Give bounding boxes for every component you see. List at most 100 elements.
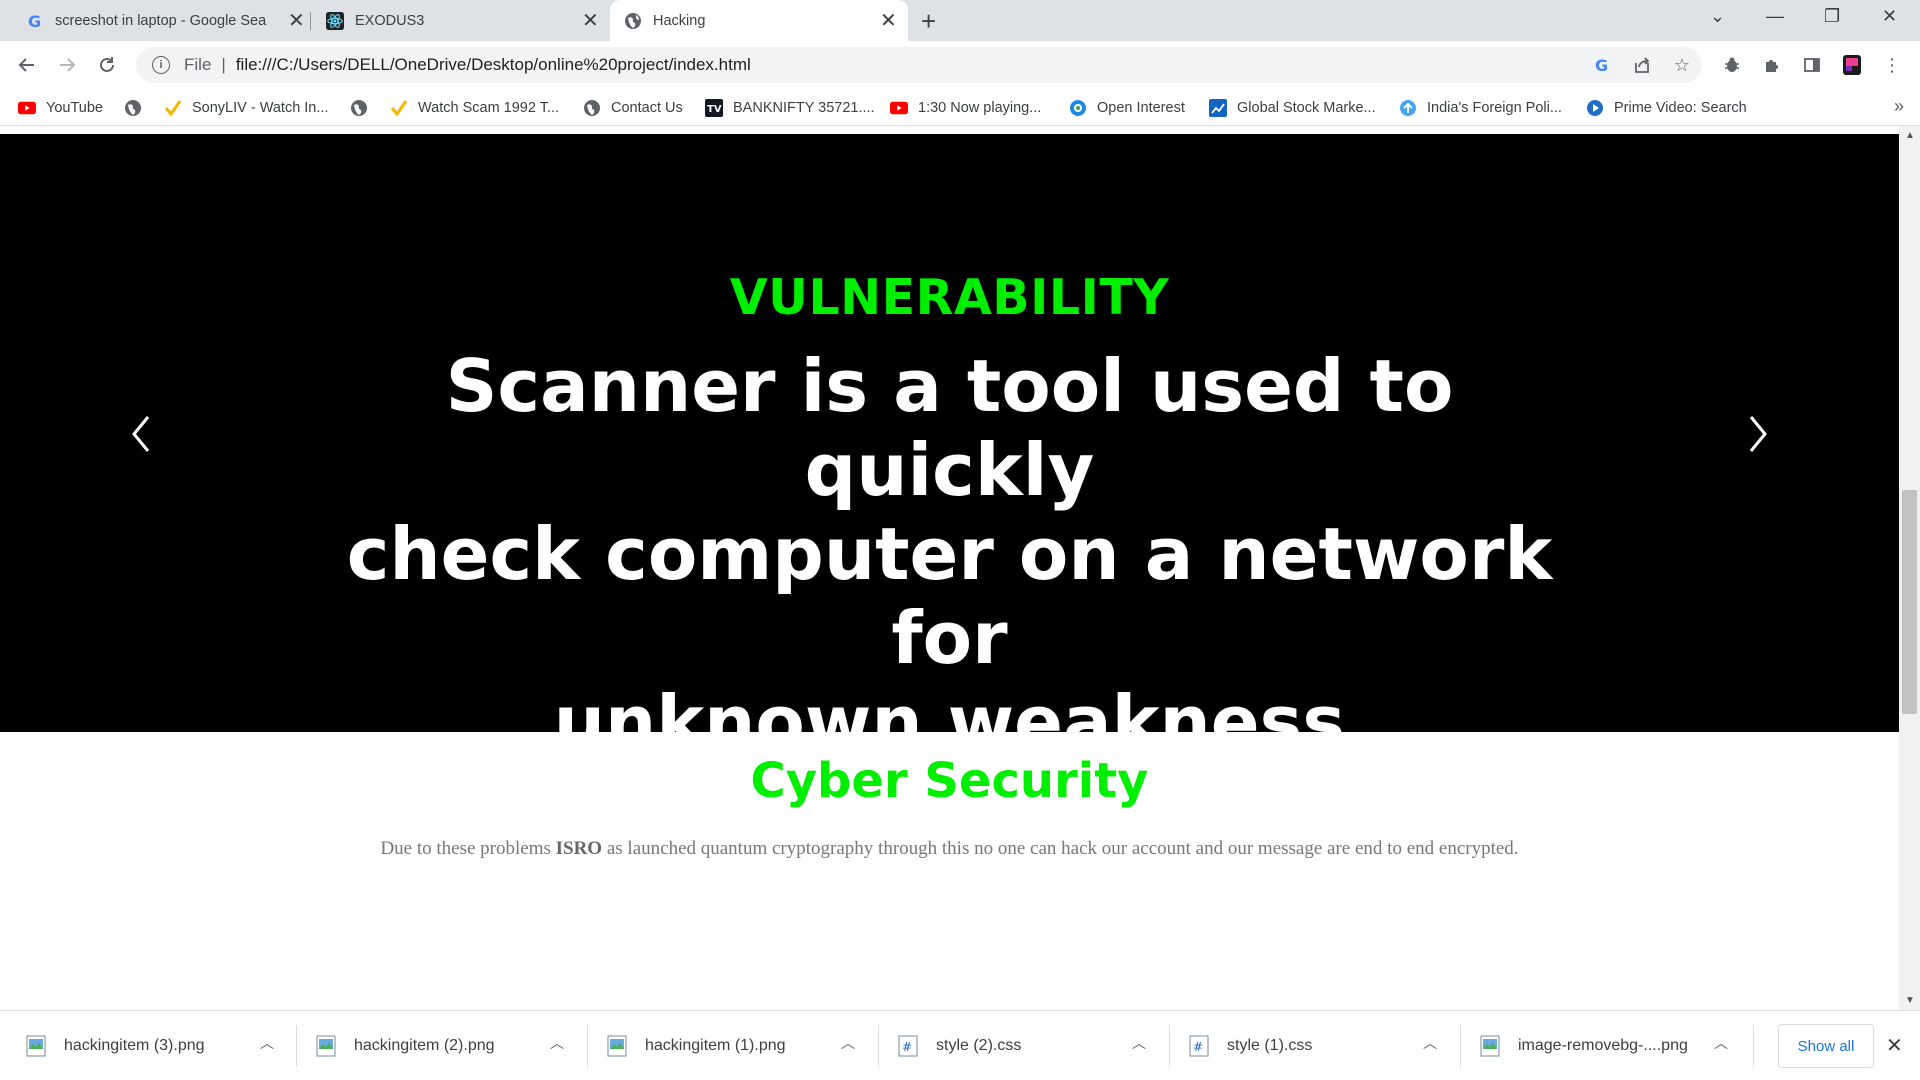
- chevron-up-icon[interactable]: ︿: [1423, 1033, 1437, 1053]
- extensions-puzzle-icon[interactable]: [1760, 53, 1784, 77]
- tab-search-chevron-icon[interactable]: ⌄: [1710, 6, 1725, 27]
- hero-kicker: VULNERABILITY: [729, 269, 1170, 326]
- side-panel-icon[interactable]: [1800, 53, 1824, 77]
- prime-video-icon: [1586, 99, 1604, 117]
- upload-icon: [1399, 99, 1417, 117]
- bookmark-label: Open Interest: [1097, 100, 1185, 116]
- desc-text: as launched quantum cryptography through…: [606, 838, 1519, 859]
- forward-icon[interactable]: [53, 51, 81, 79]
- download-item[interactable]: hackingitem (1).png ︿: [607, 1011, 877, 1080]
- bookmark-label: Global Stock Marke...: [1237, 100, 1376, 116]
- show-all-button[interactable]: Show all: [1778, 1024, 1874, 1068]
- tab-title: EXODUS3: [355, 12, 425, 29]
- download-separator: [878, 1025, 879, 1067]
- minimize-icon[interactable]: —: [1766, 6, 1784, 27]
- desc-emphasis: ISRO: [555, 838, 603, 859]
- bookmark-star-icon[interactable]: ☆: [1670, 53, 1694, 77]
- bookmark-globe[interactable]: [124, 95, 152, 121]
- new-tab-icon[interactable]: +: [921, 6, 936, 37]
- download-item[interactable]: # style (2).css ︿: [898, 1011, 1168, 1080]
- section-title: Cyber Security: [750, 753, 1149, 809]
- image-file-icon: [1480, 1035, 1500, 1057]
- download-filename: hackingitem (2).png: [354, 1037, 495, 1054]
- scroll-down-icon[interactable]: ▼: [1905, 995, 1915, 1006]
- bookmark-label: SonyLIV - Watch In...: [192, 100, 329, 116]
- restore-icon[interactable]: ❐: [1824, 6, 1840, 27]
- sonyliv-check-icon: [164, 99, 182, 117]
- react-atom-icon: [326, 11, 344, 30]
- download-item[interactable]: hackingitem (3).png ︿: [26, 1011, 296, 1080]
- tab-google-search[interactable]: G screeshot in laptop - Google Sea ✕: [8, 0, 308, 41]
- download-item[interactable]: hackingitem (2).png ︿: [316, 1011, 586, 1080]
- bookmark-youtube[interactable]: YouTube: [18, 95, 103, 121]
- download-item[interactable]: image-removebg-....png ︿: [1480, 1011, 1750, 1080]
- bookmarks-bar: YouTube SonyLIV - Watch In... Watch Scam…: [0, 90, 1920, 126]
- url-text[interactable]: file:///C:/Users/DELL/OneDrive/Desktop/o…: [236, 55, 751, 75]
- download-separator: [296, 1025, 297, 1067]
- reload-icon[interactable]: [93, 51, 121, 79]
- tradingview-icon: TV: [705, 99, 723, 117]
- close-tab-icon[interactable]: ✕: [288, 11, 305, 31]
- hero-line: Scanner is a tool used to quickly: [445, 344, 1454, 512]
- sonyliv-check-icon: [390, 99, 408, 117]
- site-info-icon[interactable]: i: [152, 56, 170, 74]
- svg-text:G: G: [28, 12, 41, 30]
- bookmark-prime-video[interactable]: Prime Video: Search: [1586, 95, 1747, 121]
- bookmark-label: YouTube: [46, 100, 103, 116]
- profile-avatar-icon[interactable]: [1840, 53, 1864, 77]
- bookmark-label: Prime Video: Search: [1614, 100, 1747, 116]
- chevron-up-icon[interactable]: ︿: [550, 1033, 564, 1053]
- image-file-icon: [26, 1035, 46, 1057]
- chevron-up-icon[interactable]: ︿: [1132, 1033, 1146, 1053]
- close-download-shelf-icon[interactable]: ✕: [1886, 1033, 1903, 1058]
- chevron-up-icon[interactable]: ︿: [1714, 1033, 1728, 1053]
- close-tab-icon[interactable]: ✕: [880, 11, 897, 31]
- bookmarks-overflow-icon[interactable]: »: [1894, 96, 1904, 117]
- chevron-up-icon[interactable]: ︿: [260, 1033, 274, 1053]
- image-file-icon: [316, 1035, 336, 1057]
- tab-hacking[interactable]: Hacking ✕: [610, 0, 908, 41]
- page-scrollbar[interactable]: ▲ ▼: [1899, 126, 1920, 1010]
- download-filename: style (2).css: [936, 1037, 1022, 1054]
- close-window-icon[interactable]: ✕: [1882, 6, 1897, 27]
- download-separator: [1169, 1025, 1170, 1067]
- carousel-prev-icon[interactable]: [122, 409, 162, 459]
- address-bar[interactable]: i File | file:///C:/Users/DELL/OneDrive/…: [136, 47, 1702, 83]
- bookmark-contact-us[interactable]: Contact Us: [583, 95, 683, 121]
- toolbar: i File | file:///C:/Users/DELL/OneDrive/…: [0, 41, 1920, 90]
- bookmark-now-playing[interactable]: 1:30 Now playing...: [890, 95, 1041, 121]
- tab-title: Hacking: [653, 12, 706, 29]
- bookmark-global-stock[interactable]: Global Stock Marke...: [1209, 95, 1376, 121]
- carousel-next-icon[interactable]: [1737, 409, 1777, 459]
- bookmark-india-foreign[interactable]: India's Foreign Poli...: [1399, 95, 1562, 121]
- bookmark-globe[interactable]: [350, 95, 378, 121]
- menu-kebab-icon[interactable]: ⋮: [1880, 53, 1904, 77]
- page-viewport: VULNERABILITY Scanner is a tool used to …: [0, 126, 1920, 1010]
- bookmark-open-interest[interactable]: Open Interest: [1069, 95, 1185, 121]
- scroll-thumb[interactable]: [1902, 490, 1917, 714]
- download-filename: style (1).css: [1227, 1037, 1313, 1054]
- tab-exodus3[interactable]: EXODUS3 ✕: [312, 0, 610, 41]
- scroll-up-icon[interactable]: ▲: [1905, 130, 1915, 141]
- css-file-icon: #: [1189, 1035, 1209, 1057]
- bookmark-sonyliv[interactable]: SonyLIV - Watch In...: [164, 95, 328, 121]
- google-lens-icon[interactable]: G: [1590, 53, 1614, 77]
- bookmark-label: Contact Us: [611, 100, 683, 116]
- globe-icon: [350, 99, 368, 117]
- chevron-up-icon[interactable]: ︿: [841, 1033, 855, 1053]
- bookmark-scam-1992[interactable]: Watch Scam 1992 T...: [390, 95, 559, 121]
- back-icon[interactable]: [13, 51, 41, 79]
- share-icon[interactable]: [1630, 53, 1654, 77]
- bookmark-banknifty[interactable]: TV BANKNIFTY 35721....: [705, 95, 875, 121]
- bookmark-label: 1:30 Now playing...: [918, 100, 1042, 116]
- hero-line: check computer on a network for: [346, 512, 1553, 680]
- download-separator: [587, 1025, 588, 1067]
- section-description: Due to these problems ISRO as launched q…: [0, 838, 1899, 860]
- download-item[interactable]: # style (1).css ︿: [1189, 1011, 1459, 1080]
- close-tab-icon[interactable]: ✕: [582, 11, 599, 31]
- oi-icon: [1069, 99, 1087, 117]
- bookmark-label: Watch Scam 1992 T...: [418, 100, 560, 116]
- bug-extension-icon[interactable]: [1720, 53, 1744, 77]
- hero-headline: Scanner is a tool used to quickly check …: [300, 344, 1599, 764]
- hero-carousel: VULNERABILITY Scanner is a tool used to …: [0, 134, 1899, 764]
